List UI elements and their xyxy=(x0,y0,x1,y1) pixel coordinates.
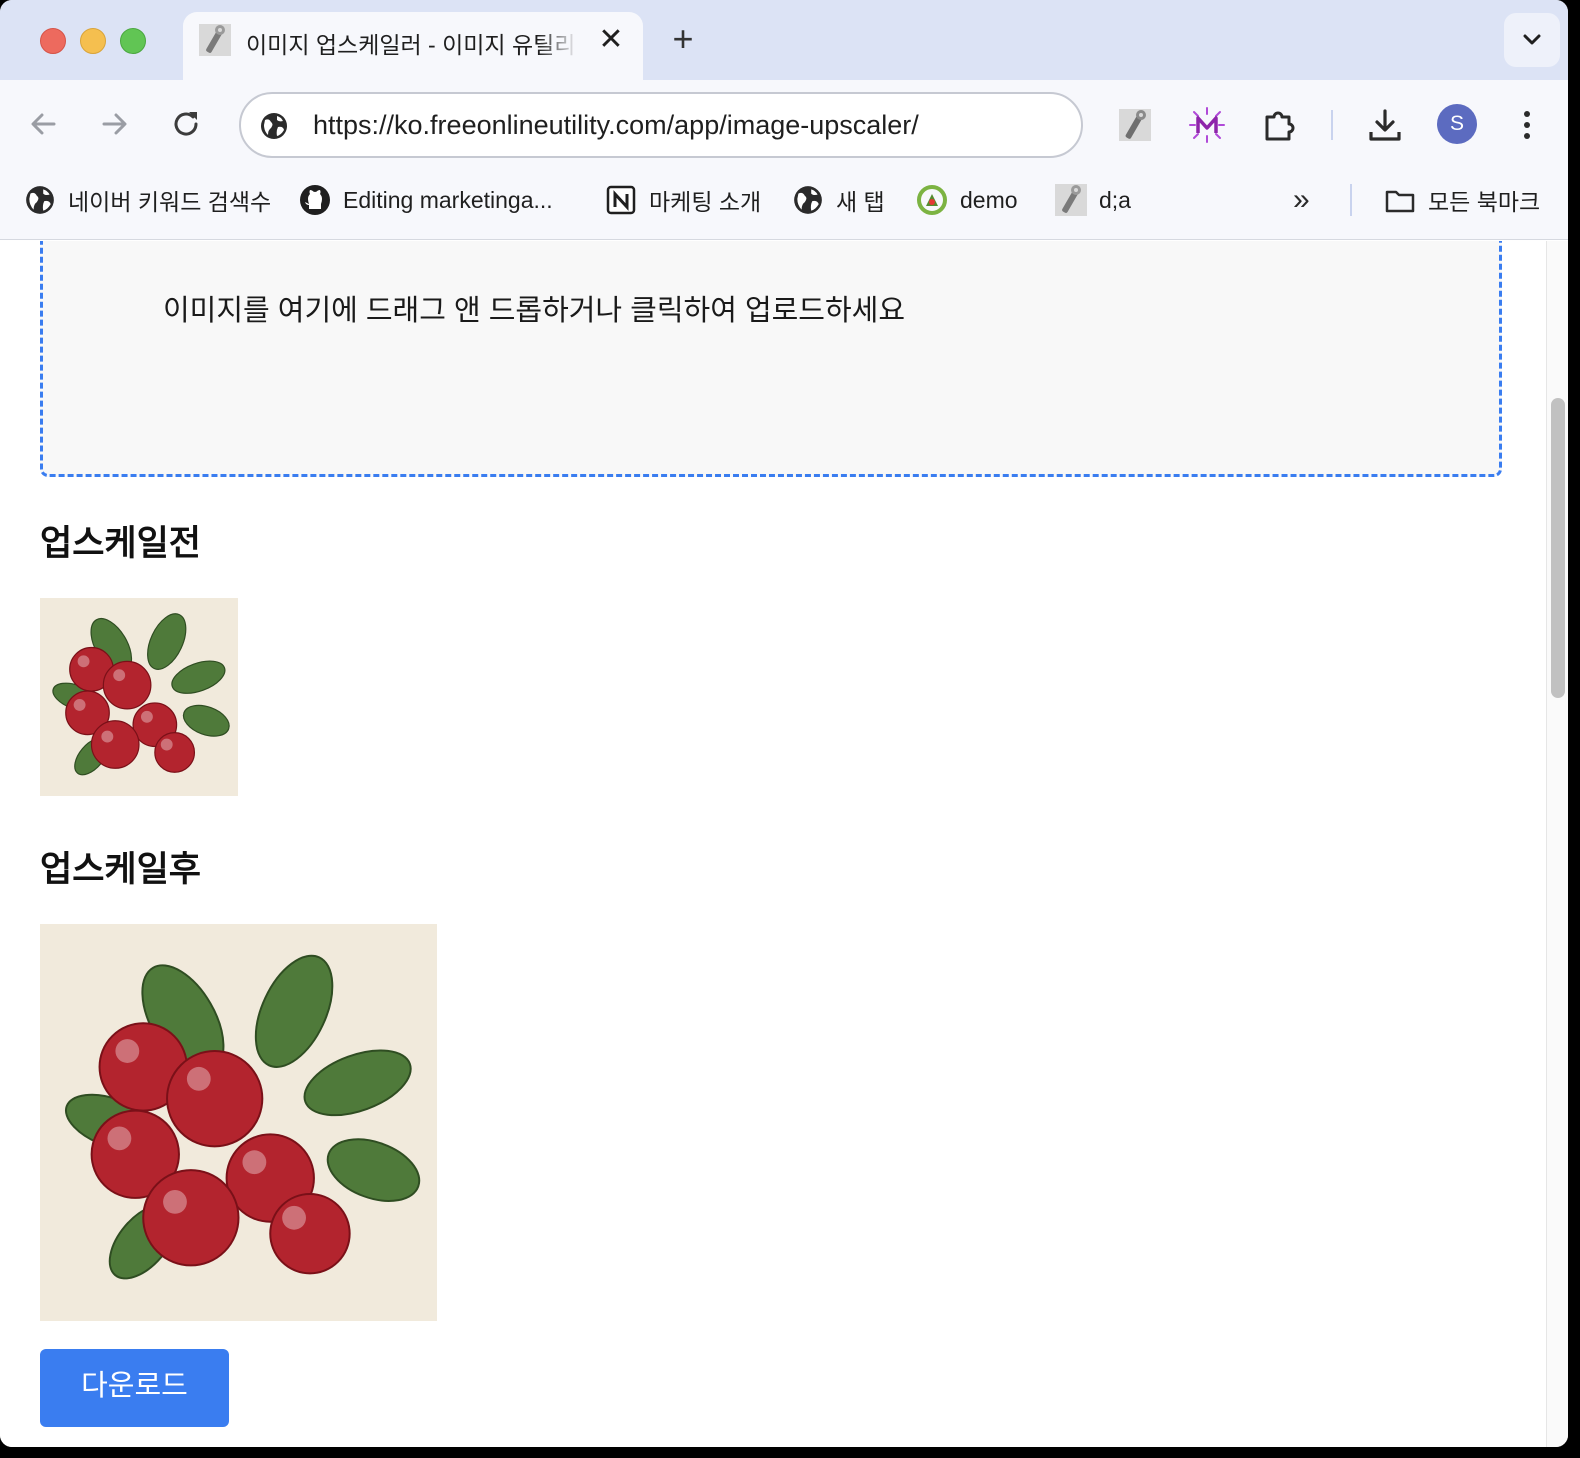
m-extension-icon[interactable] xyxy=(1186,104,1228,146)
after-image xyxy=(40,924,437,1321)
toolbar: https://ko.freeonlineutility.com/app/ima… xyxy=(0,80,1568,170)
bookmarks-overflow-button[interactable]: » xyxy=(1293,182,1310,218)
scrollbar-thumb[interactable] xyxy=(1551,398,1565,698)
address-bar[interactable]: https://ko.freeonlineutility.com/app/ima… xyxy=(239,92,1083,158)
toolbar-separator xyxy=(1331,110,1333,140)
tab-search-button[interactable] xyxy=(1504,13,1560,67)
bookmark-new-tab[interactable]: 새 탭 xyxy=(792,182,885,218)
demo-icon xyxy=(917,185,947,215)
download-icon[interactable] xyxy=(1364,104,1406,146)
bookmark-editing-marketing[interactable]: Editing marketinga... xyxy=(299,182,553,218)
berries-image-large xyxy=(40,924,437,1321)
bookmark-demo[interactable]: demo xyxy=(916,182,1018,218)
bookmark-label: 마케팅 소개 xyxy=(649,189,762,215)
close-window-button[interactable] xyxy=(40,28,66,54)
vertical-scrollbar[interactable] xyxy=(1546,241,1568,1447)
wrench-icon xyxy=(1055,184,1087,216)
all-bookmarks-label: 모든 북마크 xyxy=(1428,189,1541,215)
all-bookmarks-button[interactable]: 모든 북마크 xyxy=(1384,182,1540,218)
maximize-window-button[interactable] xyxy=(120,28,146,54)
bookmark-label: d;a xyxy=(1099,186,1131,213)
berries-image-small xyxy=(40,598,238,796)
tab-strip: 이미지 업스케일러 - 이미지 유틸리티 ✕ + xyxy=(0,0,1568,80)
bookmark-d-a[interactable]: d;a xyxy=(1055,182,1131,218)
active-tab[interactable]: 이미지 업스케일러 - 이미지 유틸리티 ✕ xyxy=(183,12,643,80)
tab-title: 이미지 업스케일러 - 이미지 유틸리티 xyxy=(246,32,578,56)
minimize-window-button[interactable] xyxy=(80,28,106,54)
browser-window: 이미지 업스케일러 - 이미지 유틸리티 ✕ + https://ko.free… xyxy=(0,0,1568,1447)
forward-icon[interactable] xyxy=(94,104,134,144)
before-image xyxy=(40,598,238,796)
globe-icon xyxy=(26,186,54,214)
back-icon[interactable] xyxy=(24,104,64,144)
bookmark-label: demo xyxy=(960,186,1018,213)
wrench-extension-icon[interactable] xyxy=(1114,104,1156,146)
chevron-down-icon xyxy=(1523,34,1541,45)
profile-avatar[interactable]: S xyxy=(1437,104,1477,144)
bookmarks-bar: 네이버 키워드 검색수 Editing marketinga... 마케팅 소개… xyxy=(0,170,1568,240)
reload-icon[interactable] xyxy=(166,104,206,144)
globe-icon xyxy=(794,186,822,214)
bookmark-marketing-intro[interactable]: 마케팅 소개 xyxy=(605,182,761,218)
bookmark-label: Editing marketinga... xyxy=(343,186,553,213)
page-content: 이미지를 여기에 드래그 앤 드롭하거나 클릭하여 업로드하세요 업스케일전 업… xyxy=(0,241,1546,1447)
wrench-icon xyxy=(199,24,231,56)
globe-icon[interactable] xyxy=(259,111,289,141)
url-text: https://ko.freeonlineutility.com/app/ima… xyxy=(313,110,919,140)
bookmark-naver-keyword[interactable]: 네이버 키워드 검색수 xyxy=(24,182,271,218)
tab-close-icon[interactable]: ✕ xyxy=(593,22,629,58)
folder-icon xyxy=(1385,190,1415,213)
bookmarks-separator xyxy=(1350,184,1352,216)
kebab-menu-icon[interactable] xyxy=(1506,104,1548,146)
bookmark-label: 네이버 키워드 검색수 xyxy=(68,189,272,215)
after-upscale-heading: 업스케일후 xyxy=(40,850,202,889)
notion-icon xyxy=(606,185,636,215)
extensions-puzzle-icon[interactable] xyxy=(1258,104,1300,146)
new-tab-button[interactable]: + xyxy=(662,18,704,60)
before-upscale-heading: 업스케일전 xyxy=(40,524,202,563)
upload-dropzone[interactable]: 이미지를 여기에 드래그 앤 드롭하거나 클릭하여 업로드하세요 xyxy=(40,241,1502,477)
github-icon xyxy=(300,185,330,215)
download-button[interactable]: 다운로드 xyxy=(40,1349,229,1427)
dropzone-instructions: 이미지를 여기에 드래그 앤 드롭하거나 클릭하여 업로드하세요 xyxy=(163,295,906,327)
bookmark-label: 새 탭 xyxy=(836,189,885,215)
